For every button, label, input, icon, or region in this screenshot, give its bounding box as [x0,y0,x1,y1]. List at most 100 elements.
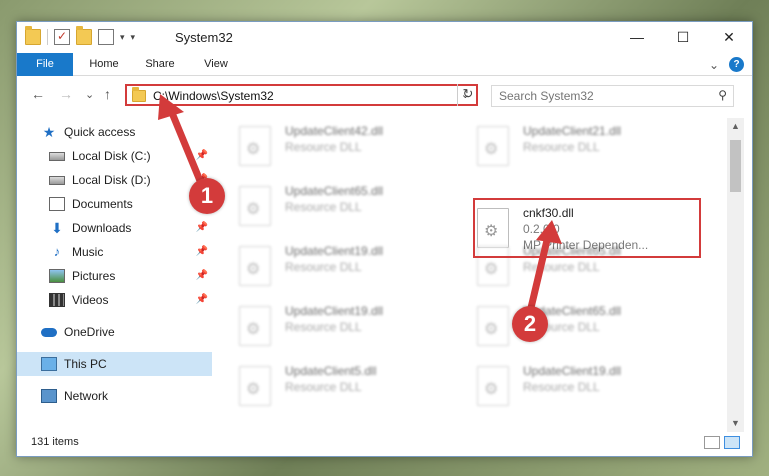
tab-file[interactable]: File [17,53,73,76]
disk-icon [49,151,65,161]
sidebar-item-label: Pictures [72,269,116,283]
view-toggle [704,436,740,449]
star-icon: ★ [42,124,56,140]
file-name: UpdateClient19.dll [523,364,622,378]
up-arrow-icon[interactable]: ↑ [104,86,111,102]
sidebar-item-music[interactable]: ♪ Music 📌 [17,240,212,264]
expand-ribbon-icon[interactable]: ⌄ [709,58,719,72]
callout-badge-1: 1 [189,178,225,214]
address-bar[interactable]: C:\Windows\System32 ⌄ [125,84,478,106]
documents-icon [49,197,65,211]
network-icon [41,389,57,403]
maximize-button[interactable]: ☐ [660,22,706,52]
search-input[interactable] [492,86,702,106]
details-view-icon[interactable] [704,436,720,449]
window-controls: — ☐ ✕ [614,22,752,52]
file-list: UpdateClient42.dll Resource DLL UpdateCl… [215,118,727,428]
divider [47,29,48,45]
search-box[interactable]: ⚲ [491,85,734,107]
sidebar-item-local-disk-d[interactable]: Local Disk (D:) 📌 [17,168,212,192]
new-folder-icon[interactable] [76,26,92,45]
scrollbar-thumb[interactable] [730,140,741,192]
this-pc-icon [41,357,57,371]
sidebar-item-label: Videos [72,293,109,307]
file-item[interactable]: UpdateClient65.dll Resource DLL [215,180,445,232]
refresh-icon[interactable]: ↻ [457,84,478,106]
qat-customize-dropdown-icon[interactable]: ▾ [131,32,136,43]
sidebar-item-onedrive[interactable]: OneDrive [17,320,212,344]
sidebar-item-downloads[interactable]: ⬇ Downloads 📌 [17,216,212,240]
file-description: Resource DLL [523,380,600,394]
tiles-view-icon[interactable] [724,436,740,449]
file-description: Resource DLL [285,260,362,274]
sidebar-item-local-disk-c[interactable]: Local Disk (C:) 📌 [17,144,212,168]
folder-icon [25,26,41,45]
ribbon-right-controls: ⌄ ? [709,57,744,72]
properties-check-icon[interactable]: ✓ [54,29,70,45]
file-name: UpdateClient42.dll [285,124,384,138]
pin-icon[interactable]: 📌 [196,270,208,281]
sidebar-item-label: Documents [72,197,133,211]
file-name: UpdateClient19.dll [285,244,384,258]
file-description: Resource DLL [523,260,600,274]
customize-icon[interactable] [98,29,114,45]
music-icon: ♪ [53,244,61,259]
file-description: Resource DLL [285,380,362,394]
sidebar-item-this-pc[interactable]: This PC [17,352,212,376]
title-bar: ✓ ▾ ▾ System32 — ☐ ✕ [17,22,752,53]
sidebar-item-pictures[interactable]: Pictures 📌 [17,264,212,288]
file-description: Resource DLL [285,200,362,214]
navigation-pane: ★ Quick access Local Disk (C:) 📌 Local D… [17,118,212,428]
pin-icon[interactable]: 📌 [196,246,208,257]
dll-file-icon [239,186,271,226]
tab-view[interactable]: View [193,53,239,76]
dll-file-icon [477,306,509,346]
sidebar-item-quick-access[interactable]: ★ Quick access [17,120,212,144]
file-item[interactable]: UpdateClient19.dll Resource DLL [215,240,445,292]
tab-home[interactable]: Home [79,53,129,76]
sidebar-item-label: Local Disk (C:) [72,149,151,163]
item-count: 131 items [31,436,79,448]
callout-badge-2: 2 [512,306,548,342]
file-item[interactable]: UpdateClient19.dll Resource DLL [215,300,445,352]
folder-icon [132,87,146,102]
minimize-button[interactable]: — [614,22,660,52]
chevron-down-icon[interactable]: ▾ [120,32,125,43]
search-icon[interactable]: ⚲ [718,88,727,102]
sidebar-item-label: Local Disk (D:) [72,173,151,187]
forward-arrow-icon[interactable]: → [59,86,73,102]
pin-icon[interactable]: 📌 [196,150,208,161]
disk-icon [49,175,65,185]
tab-share[interactable]: Share [135,53,185,76]
scroll-up-icon[interactable]: ▲ [727,118,744,135]
close-button[interactable]: ✕ [706,22,752,52]
pictures-icon [49,269,65,283]
sidebar-item-label: Quick access [64,125,136,139]
videos-icon [49,293,65,307]
sidebar-item-videos[interactable]: Videos 📌 [17,288,212,312]
file-item[interactable]: UpdateClient42.dll Resource DLL [215,120,445,172]
pin-icon[interactable]: 📌 [196,294,208,305]
file-item[interactable]: UpdateClient65.dll Resource DLL [453,300,683,352]
recent-locations-icon[interactable]: ⌄ [85,88,94,101]
dll-file-icon [477,366,509,406]
file-description: Resource DLL [285,140,362,154]
help-icon[interactable]: ? [729,57,744,72]
dll-file-icon [239,366,271,406]
file-highlight-box [473,198,701,258]
sidebar-item-label: Music [72,245,104,259]
dll-file-icon [239,306,271,346]
vertical-scrollbar[interactable]: ▲ ▼ [727,118,744,432]
sidebar-item-documents[interactable]: Documents 📌 [17,192,212,216]
ribbon-tabs: File Home Share View ⌄ ? [17,53,752,76]
file-item[interactable]: UpdateClient21.dll Resource DLL [453,120,683,172]
pin-icon[interactable]: 📌 [196,222,208,233]
sidebar-item-label: This PC [64,357,107,371]
sidebar-item-network[interactable]: Network [17,384,212,408]
file-item[interactable]: UpdateClient19.dll Resource DLL [453,360,683,412]
back-arrow-icon[interactable]: ← [31,86,45,102]
file-item[interactable]: UpdateClient5.dll Resource DLL [215,360,445,412]
file-name: UpdateClient21.dll [523,124,622,138]
dll-file-icon [239,126,271,166]
sidebar-item-label: Downloads [72,221,132,235]
